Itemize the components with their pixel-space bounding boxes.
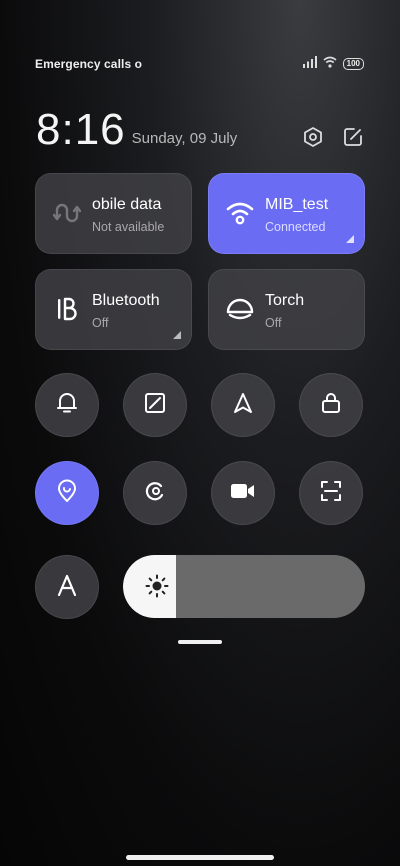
expand-corner-icon[interactable] <box>173 331 181 339</box>
tile-mobile-data-subtitle: Not available <box>92 220 165 234</box>
toggle-dark-mode[interactable] <box>123 461 187 525</box>
header: 8:16 Sunday, 09 July <box>36 104 364 152</box>
status-bar: Emergency calls o 100 <box>35 56 364 72</box>
tile-wifi-title: MIB_test <box>265 196 329 213</box>
toggle-lock[interactable] <box>299 373 363 437</box>
toggle-sound[interactable] <box>35 373 99 437</box>
panel-drag-handle[interactable] <box>178 640 222 644</box>
dark-mode-icon <box>144 480 166 507</box>
brightness-slider[interactable] <box>123 555 365 618</box>
tile-bluetooth-subtitle: Off <box>92 316 109 330</box>
video-camera-icon <box>230 482 256 505</box>
sun-icon <box>145 574 169 598</box>
tile-wifi-subtitle: Connected <box>265 220 326 234</box>
wifi-icon <box>225 198 255 228</box>
tile-torch-title: Torch <box>265 292 305 309</box>
tile-wifi[interactable]: MIB_test Connected <box>208 173 365 254</box>
screenshot-icon <box>144 392 166 419</box>
tile-torch[interactable]: Torch Off <box>208 269 365 350</box>
date-text: Sunday, 09 July <box>131 130 238 147</box>
torch-icon <box>225 294 255 324</box>
scanner-icon <box>320 480 342 507</box>
home-indicator[interactable] <box>126 855 274 860</box>
clock-time: 8:16 <box>36 105 126 154</box>
wifi-icon <box>323 55 337 73</box>
settings-icon[interactable] <box>302 126 324 148</box>
toggle-location-share[interactable] <box>211 373 275 437</box>
mobile-data-icon <box>52 198 82 228</box>
tile-bluetooth-title: Bluetooth <box>92 292 160 309</box>
status-icons: 100 <box>302 55 364 73</box>
toggle-screenshot[interactable] <box>123 373 187 437</box>
tile-mobile-data-title: obile data <box>92 196 162 213</box>
edit-icon[interactable] <box>342 126 364 148</box>
expand-corner-icon[interactable] <box>346 235 354 243</box>
tile-mobile-data[interactable]: obile data Not available <box>35 173 192 254</box>
location-pin-icon <box>56 479 78 508</box>
toggle-screen-record[interactable] <box>211 461 275 525</box>
signal-icon <box>302 55 317 73</box>
bell-icon <box>56 391 78 420</box>
font-a-icon <box>57 574 77 601</box>
lock-icon <box>320 391 342 420</box>
bluetooth-icon <box>52 294 82 324</box>
location-arrow-icon <box>232 392 254 419</box>
tile-bluetooth[interactable]: Bluetooth Off <box>35 269 192 350</box>
tile-torch-subtitle: Off <box>265 316 282 330</box>
carrier-text: Emergency calls o <box>35 57 143 71</box>
toggle-scanner[interactable] <box>299 461 363 525</box>
toggle-location[interactable] <box>35 461 99 525</box>
battery-icon: 100 <box>342 58 364 70</box>
toggle-auto-brightness[interactable] <box>35 555 99 619</box>
